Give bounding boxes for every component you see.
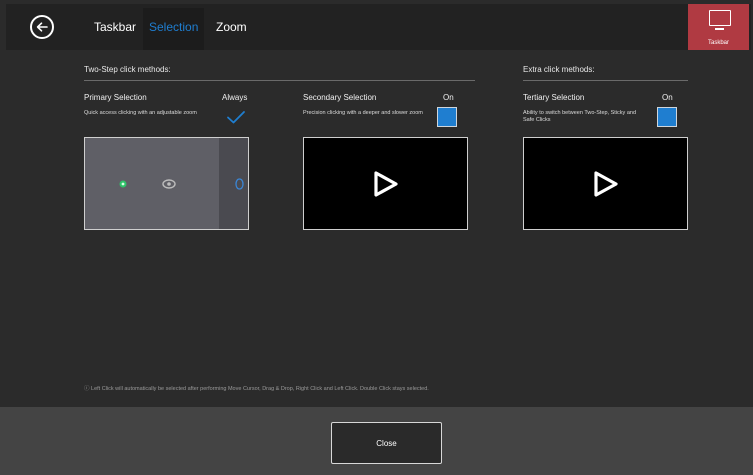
primary-selection-title: Primary Selection xyxy=(84,93,147,102)
checkmark-icon xyxy=(227,111,245,124)
tab-selection[interactable]: Selection xyxy=(143,8,205,50)
primary-selection-description: Quick access clicking with an adjustable… xyxy=(84,110,197,116)
secondary-selection-title: Secondary Selection xyxy=(303,93,377,102)
main-panel: Two-Step click methods: Extra click meth… xyxy=(6,50,751,407)
close-button[interactable]: Close xyxy=(331,422,442,464)
tertiary-selection-toggle[interactable] xyxy=(657,107,677,127)
back-button[interactable] xyxy=(30,15,54,39)
two-step-section-heading: Two-Step click methods: xyxy=(84,65,171,74)
secondary-selection-video[interactable] xyxy=(303,137,468,230)
secondary-selection-description: Precision clicking with a deeper and slo… xyxy=(303,110,423,116)
arrow-left-icon xyxy=(36,22,48,32)
cursor-dot-icon xyxy=(119,180,127,188)
info-footnote: ⓘ Left Click will automatically be selec… xyxy=(84,386,429,392)
taskbar-shortcut-label: Taskbar xyxy=(707,40,729,46)
secondary-selection-toggle[interactable] xyxy=(437,107,457,127)
eye-icon xyxy=(162,179,176,189)
tap-hand-icon xyxy=(235,178,244,190)
tab-taskbar[interactable]: Taskbar xyxy=(94,20,136,34)
tertiary-selection-description: Ability to switch between Two-Step, Stic… xyxy=(523,110,637,123)
taskbar-shortcut-tile[interactable]: Taskbar xyxy=(688,4,749,50)
monitor-icon xyxy=(709,10,731,30)
tab-zoom[interactable]: Zoom xyxy=(216,20,247,34)
primary-selection-preview[interactable] xyxy=(84,137,249,230)
play-icon xyxy=(593,170,618,197)
primary-selection-state: Always xyxy=(222,93,248,102)
play-icon xyxy=(373,170,398,197)
bottom-bar: Close xyxy=(0,407,753,475)
top-bar: Taskbar Selection Zoom Taskbar xyxy=(6,4,751,50)
tertiary-selection-state: On xyxy=(662,93,673,102)
tertiary-selection-title: Tertiary Selection xyxy=(523,93,585,102)
extra-section-heading: Extra click methods: xyxy=(523,65,595,74)
selection-settings-window: Taskbar Selection Zoom Taskbar Two-Step … xyxy=(0,0,753,475)
extra-divider xyxy=(523,80,688,81)
secondary-selection-state: On xyxy=(443,93,454,102)
tertiary-selection-video[interactable] xyxy=(523,137,688,230)
two-step-divider xyxy=(84,80,475,81)
